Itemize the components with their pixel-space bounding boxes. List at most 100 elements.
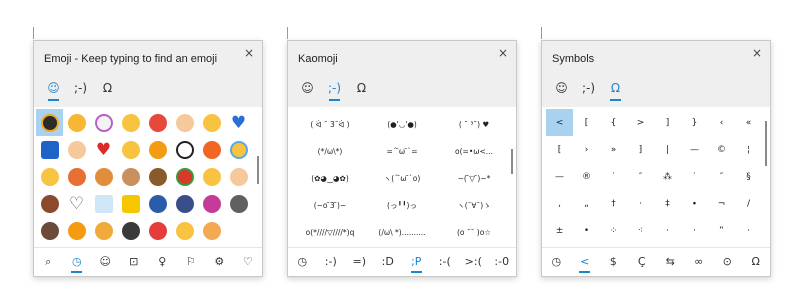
symbol-cell[interactable]: ∙ — [681, 190, 708, 217]
emoji-cell[interactable] — [36, 109, 63, 136]
symbol-cell[interactable]: ‡ — [654, 190, 681, 217]
emoji-cell[interactable] — [36, 190, 63, 217]
bottom-tab-people[interactable]: ⊡ — [120, 248, 149, 277]
emoji-cell[interactable] — [225, 163, 252, 190]
symbol-cell[interactable]: · — [654, 217, 681, 244]
emoji-cell[interactable] — [225, 190, 252, 217]
bottom-tab-wink[interactable]: ;P — [402, 248, 431, 277]
emoji-cell[interactable]: ♥ — [225, 109, 252, 136]
symbol-cell[interactable]: ′ — [681, 163, 708, 190]
tab-symbols[interactable]: Ω — [602, 79, 629, 103]
emoji-cell[interactable] — [144, 190, 171, 217]
kaomoji-cell[interactable]: (●'◡'●) — [366, 111, 438, 138]
emoji-cell[interactable] — [198, 163, 225, 190]
emoji-cell[interactable] — [117, 163, 144, 190]
bottom-tab-currency[interactable]: $ — [599, 248, 628, 277]
emoji-cell[interactable] — [63, 136, 90, 163]
symbol-cell[interactable]: ″ — [627, 163, 654, 190]
symbol-cell[interactable]: [ — [573, 109, 600, 136]
symbol-cell[interactable]: — — [681, 136, 708, 163]
symbol-cell[interactable]: ¦ — [735, 136, 762, 163]
symbol-cell[interactable]: ′ — [600, 163, 627, 190]
emoji-cell[interactable] — [63, 217, 90, 244]
emoji-cell[interactable] — [90, 217, 117, 244]
symbol-cell[interactable]: ⁂ — [654, 163, 681, 190]
bottom-tab-surprised[interactable]: :-0 — [488, 248, 517, 277]
emoji-cell[interactable] — [36, 163, 63, 190]
kaomoji-cell[interactable]: (っ╹╹)っ — [366, 192, 438, 219]
symbol-cell[interactable]: { — [600, 109, 627, 136]
close-icon[interactable]: × — [752, 46, 762, 60]
bottom-tab-happy[interactable]: =) — [345, 248, 374, 277]
kaomoji-cell[interactable]: (~o ̄3 ̄)~ — [294, 192, 366, 219]
tab-kaomoji[interactable]: ;-) — [575, 79, 602, 103]
emoji-cell[interactable] — [90, 190, 117, 217]
emoji-cell[interactable] — [117, 190, 144, 217]
emoji-cell[interactable] — [198, 190, 225, 217]
close-icon[interactable]: × — [498, 46, 508, 60]
scrollbar[interactable] — [511, 149, 513, 174]
bottom-tab-smileys[interactable]: ☺ — [91, 248, 120, 277]
symbol-cell[interactable]: ″ — [708, 163, 735, 190]
bottom-tab-transport[interactable]: ⚙ — [205, 248, 234, 277]
emoji-cell[interactable] — [63, 163, 90, 190]
kaomoji-cell[interactable]: (o ˘˘ )o☆ — [438, 219, 510, 246]
kaomoji-cell[interactable]: (/ω\ *).......... — [366, 219, 438, 246]
symbol-cell[interactable]: • — [573, 217, 600, 244]
symbol-cell[interactable]: † — [600, 190, 627, 217]
symbol-cell[interactable]: © — [708, 136, 735, 163]
kaomoji-cell[interactable]: ( ᐛ ˘ 3˘ᐛ ) — [294, 111, 366, 138]
emoji-cell[interactable]: ♡ — [63, 190, 90, 217]
tab-symbols[interactable]: Ω — [348, 79, 375, 103]
bottom-tab-food[interactable]: ⚐ — [177, 248, 206, 277]
emoji-cell[interactable] — [171, 190, 198, 217]
tab-emoji[interactable]: ☺ — [40, 79, 67, 103]
symbol-cell[interactable]: ] — [654, 109, 681, 136]
symbol-cell[interactable]: } — [681, 109, 708, 136]
symbol-cell[interactable]: · — [681, 217, 708, 244]
symbol-cell[interactable]: » — [600, 136, 627, 163]
close-icon[interactable]: × — [244, 46, 254, 60]
kaomoji-cell[interactable]: ( ˘ ³˘) ♥ — [438, 111, 510, 138]
emoji-cell[interactable] — [198, 136, 225, 163]
emoji-cell[interactable] — [117, 109, 144, 136]
emoji-cell[interactable] — [117, 136, 144, 163]
bottom-tab-classic[interactable]: :-) — [317, 248, 346, 277]
emoji-cell[interactable] — [90, 109, 117, 136]
bottom-tab-hearts[interactable]: ♡ — [234, 248, 263, 277]
emoji-cell[interactable] — [171, 136, 198, 163]
emoji-cell[interactable] — [171, 163, 198, 190]
symbol-cell[interactable]: — — [546, 163, 573, 190]
emoji-cell[interactable] — [117, 217, 144, 244]
symbol-cell[interactable]: ® — [573, 163, 600, 190]
symbol-cell[interactable]: ± — [546, 217, 573, 244]
bottom-tab-recent[interactable]: ◷ — [63, 248, 92, 277]
symbol-cell[interactable]: ¬ — [708, 190, 735, 217]
emoji-cell[interactable] — [171, 217, 198, 244]
bottom-tab-language[interactable]: Ω — [742, 248, 771, 277]
symbol-cell[interactable]: , — [546, 190, 573, 217]
symbol-cell[interactable]: « — [735, 109, 762, 136]
symbol-cell[interactable]: ‹ — [708, 109, 735, 136]
bottom-tab-latin[interactable]: Ç — [628, 248, 657, 277]
tab-kaomoji[interactable]: ;-) — [67, 79, 94, 103]
emoji-cell[interactable] — [144, 136, 171, 163]
emoji-cell[interactable] — [198, 109, 225, 136]
kaomoji-cell[interactable]: =´ ̄ω ̄`= — [366, 138, 438, 165]
kaomoji-cell[interactable]: ヽ(¯∀¯)ゝ — [438, 192, 510, 219]
tab-emoji[interactable]: ☺ — [294, 79, 321, 103]
emoji-cell[interactable] — [36, 217, 63, 244]
emoji-cell[interactable] — [144, 163, 171, 190]
emoji-cell[interactable] — [36, 136, 63, 163]
scrollbar[interactable] — [257, 156, 259, 184]
emoji-cell[interactable] — [144, 217, 171, 244]
bottom-tab-geometric[interactable]: ⇆ — [656, 248, 685, 277]
kaomoji-cell[interactable]: o(*////▽////*)q — [294, 219, 366, 246]
symbol-cell[interactable]: ⁅ — [546, 136, 573, 163]
emoji-cell[interactable] — [198, 217, 225, 244]
symbol-cell[interactable]: | — [654, 136, 681, 163]
bottom-tab-punctuation[interactable]: < — [571, 248, 600, 277]
kaomoji-cell[interactable]: ~( ̄▽ ̄)~* — [438, 165, 510, 192]
tab-emoji[interactable]: ☺ — [548, 79, 575, 103]
symbol-cell[interactable]: ‟ — [708, 217, 735, 244]
